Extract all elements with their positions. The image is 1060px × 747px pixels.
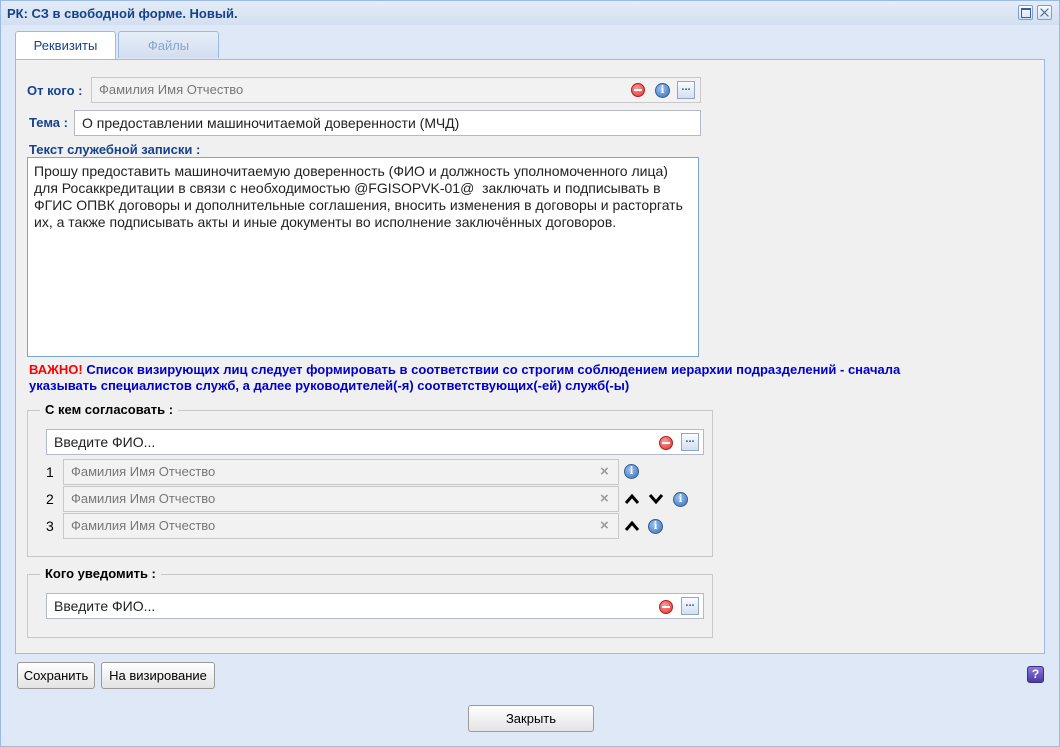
notify-fieldset: Кого уведомить : Введите ФИО... ... [27,566,713,638]
subject-label: Тема : [29,115,68,130]
approvers-search-input[interactable]: Введите ФИО... ... [46,429,704,455]
close-button[interactable]: Закрыть [468,705,594,732]
subject-value: О предоставлении машиночитаемой доверенн… [82,115,460,131]
tab-requisites[interactable]: Реквизиты [15,31,116,60]
info-icon[interactable]: i [655,83,670,98]
row-number: 3 [46,518,54,534]
clear-icon[interactable] [659,436,673,450]
title-bar[interactable]: РК: СЗ в свободной форме. Новый. [1,1,1059,25]
from-label: От кого : [27,83,83,98]
select-dots-icon[interactable]: ... [681,433,699,451]
hierarchy-notice: ВАЖНО! Список визирующих лиц следует фор… [29,362,909,394]
info-icon[interactable]: i [648,519,663,534]
remove-icon[interactable]: × [600,491,609,506]
approvers-legend: С кем согласовать : [40,402,179,417]
select-dots-icon[interactable]: ... [677,81,695,99]
approvers-fieldset: С кем согласовать : Введите ФИО... ... 1… [27,402,713,557]
notify-placeholder: Введите ФИО... [54,598,156,614]
select-dots-icon[interactable]: ... [681,597,699,615]
approver-name: Фамилия Имя Отчество [71,518,216,533]
approver-row: Фамилия Имя Отчество × [63,486,619,512]
from-value: Фамилия Имя Отчество [99,82,244,97]
remove-icon[interactable]: × [600,464,609,479]
maximize-icon[interactable] [1018,5,1033,20]
approver-name: Фамилия Имя Отчество [71,491,216,506]
notice-text: Список визирующих лиц следует формироват… [29,362,901,393]
memo-textarea[interactable]: Прошу предоставить машиночитаемую довере… [27,157,699,357]
remove-icon[interactable]: × [600,518,609,533]
approver-row: Фамилия Имя Отчество × [63,513,619,539]
notify-legend: Кого уведомить : [40,566,161,581]
dialog-window: РК: СЗ в свободной форме. Новый. Реквизи… [0,0,1060,747]
subject-input[interactable]: О предоставлении машиночитаемой доверенн… [74,110,701,136]
from-field[interactable]: Фамилия Имя Отчество i ... [91,77,701,103]
row-number: 2 [46,491,54,507]
move-down-icon[interactable] [648,492,664,506]
approver-row: Фамилия Имя Отчество × [63,459,619,485]
info-icon[interactable]: i [624,464,639,479]
clear-icon[interactable] [659,600,673,614]
row-number: 1 [46,464,54,480]
move-up-icon[interactable] [624,492,640,506]
tab-files[interactable]: Файлы [118,31,219,58]
approver-name: Фамилия Имя Отчество [71,464,216,479]
notify-search-input[interactable]: Введите ФИО... ... [46,593,704,619]
info-icon[interactable]: i [673,492,688,507]
memo-label: Текст служебной записки : [29,142,201,157]
save-button[interactable]: Сохранить [17,662,95,689]
notice-important: ВАЖНО! [29,362,83,377]
send-for-approval-button[interactable]: На визирование [101,662,215,689]
window-title: РК: СЗ в свободной форме. Новый. [7,6,238,21]
approvers-placeholder: Введите ФИО... [54,434,156,450]
requisites-panel: От кого : Фамилия Имя Отчество i ... Тем… [15,59,1045,654]
help-icon[interactable]: ? [1027,666,1044,683]
close-window-icon[interactable] [1037,5,1052,20]
move-up-icon[interactable] [624,519,640,533]
clear-icon[interactable] [631,83,645,97]
